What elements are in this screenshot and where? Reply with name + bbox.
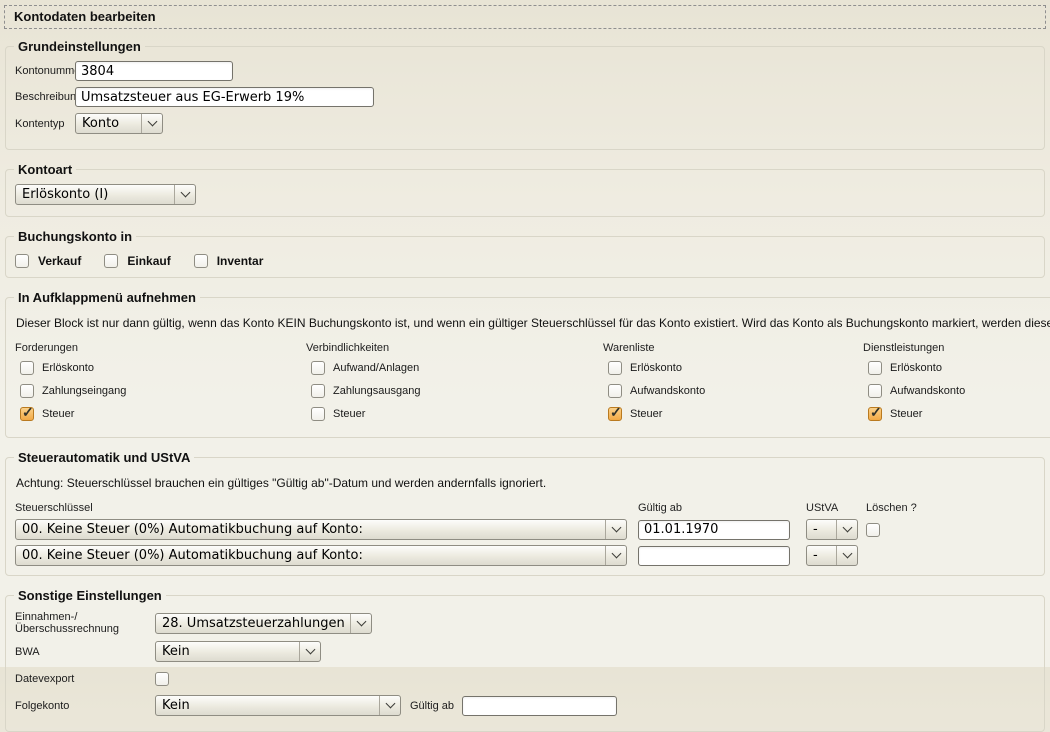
loeschen-column-header: Löschen ? [866,502,1035,514]
chevron-down-icon [842,523,852,533]
bwa-select[interactable]: Kein [155,641,321,662]
chevron-down-icon [611,523,621,533]
column-forderungen: Forderungen Erlöskonto Zahlungseingang S… [15,342,298,428]
section-grundeinstellungen-legend: Grundeinstellungen [14,39,145,54]
chevron-down-icon [180,188,190,198]
ustva-select-1[interactable]: - [806,519,858,540]
steuerschluessel-select-2[interactable]: 00. Keine Steuer (0%) Automatikbuchung a… [15,545,627,566]
folgekonto-gueltig-ab-label: Gültig ab [410,700,454,712]
column-header: Verbindlichkeiten [306,342,595,354]
verkauf-label: Verkauf [38,254,81,268]
steuerschluessel-select-1[interactable]: 00. Keine Steuer (0%) Automatikbuchung a… [15,519,627,540]
verbindlichkeiten-aufwand-anlagen-checkbox[interactable] [311,361,325,375]
verbindlichkeiten-zahlungsausgang-checkbox[interactable] [311,384,325,398]
warenliste-aufwandskonto-checkbox[interactable] [608,384,622,398]
kontonummer-label: Kontonummer [15,65,75,77]
gueltig-ab-input-1[interactable] [638,520,790,540]
ustva-column-header: UStVA [806,502,858,514]
beschreibung-row: Beschreibung [15,87,1035,107]
column-header: Warenliste [603,342,855,354]
kontentyp-select[interactable]: Konto [75,113,163,134]
beschreibung-label: Beschreibung [15,91,75,103]
folgekonto-select[interactable]: Kein [155,695,401,716]
folgekonto-gueltig-ab-input[interactable] [462,696,617,716]
section-kontoart-legend: Kontoart [14,162,76,177]
gueltig-ab-column-header: Gültig ab [638,502,798,514]
chevron-down-icon [842,549,852,559]
dienstleistungen-steuer-checkbox[interactable] [868,407,882,421]
kontentyp-row: Kontentyp Konto [15,113,1035,134]
ustva-select-2[interactable]: - [806,545,858,566]
chevron-down-icon [611,549,621,559]
inventar-label: Inventar [217,254,264,268]
section-sonstige-legend: Sonstige Einstellungen [14,588,166,603]
chevron-down-icon [147,117,157,127]
chevron-down-icon [385,699,395,709]
dienstleistungen-erloeskonto-checkbox[interactable] [868,361,882,375]
column-header: Dienstleistungen [863,342,1050,354]
section-steuerautomatik-legend: Steuerautomatik und UStVA [14,450,194,465]
column-dienstleistungen: Dienstleistungen Erlöskonto Aufwandskont… [863,342,1050,428]
warenliste-erloeskonto-checkbox[interactable] [608,361,622,375]
einkauf-label: Einkauf [127,254,170,268]
euer-label: Einnahmen-/Überschussrechnung [15,611,155,635]
warenliste-steuer-checkbox[interactable] [608,407,622,421]
steuerschluessel-column-header: Steuerschlüssel [15,502,630,514]
section-kontoart: Kontoart Erlöskonto (I) [5,162,1045,217]
section-buchungskonto-legend: Buchungskonto in [14,229,136,244]
datevexport-checkbox[interactable] [155,672,169,686]
section-aufklappmenu-legend: In Aufklappmenü aufnehmen [14,290,200,305]
bwa-label: BWA [15,646,155,658]
verkauf-checkbox[interactable] [15,254,29,268]
inventar-checkbox[interactable] [194,254,208,268]
euer-select[interactable]: 28. Umsatzsteuerzahlungen [155,613,372,634]
forderungen-zahlungseingang-checkbox[interactable] [20,384,34,398]
column-header: Forderungen [15,342,298,354]
section-buchungskonto: Buchungskonto in Verkauf Einkauf Inventa… [5,229,1045,278]
gueltig-ab-input-2[interactable] [638,546,790,566]
loeschen-checkbox-1[interactable] [866,523,880,537]
dienstleistungen-aufwandskonto-checkbox[interactable] [868,384,882,398]
column-warenliste: Warenliste Erlöskonto Aufwandskonto Steu… [603,342,855,428]
section-aufklappmenu: In Aufklappmenü aufnehmen Dieser Block i… [5,290,1050,438]
datevexport-label: Datevexport [15,673,155,685]
section-steuerautomatik: Steuerautomatik und UStVA Achtung: Steue… [5,450,1045,576]
page-title: Kontodaten bearbeiten [4,5,1046,29]
kontonummer-row: Kontonummer [15,61,1035,81]
chevron-down-icon [356,616,366,626]
beschreibung-input[interactable] [75,87,374,107]
section-sonstige: Sonstige Einstellungen Einnahmen-/Übersc… [5,588,1045,732]
folgekonto-label: Folgekonto [15,700,155,712]
kontoart-select[interactable]: Erlöskonto (I) [15,184,196,205]
kontonummer-input[interactable] [75,61,233,81]
chevron-down-icon [305,645,315,655]
einkauf-checkbox[interactable] [104,254,118,268]
steuerautomatik-warning: Achtung: Steuerschlüssel brauchen ein gü… [16,476,1034,490]
section-grundeinstellungen: Grundeinstellungen Kontonummer Beschreib… [5,39,1045,150]
forderungen-erloeskonto-checkbox[interactable] [20,361,34,375]
kontentyp-label: Kontentyp [15,118,75,130]
column-verbindlichkeiten: Verbindlichkeiten Aufwand/Anlagen Zahlun… [306,342,595,428]
forderungen-steuer-checkbox[interactable] [20,407,34,421]
verbindlichkeiten-steuer-checkbox[interactable] [311,407,325,421]
aufklappmenu-description: Dieser Block ist nur dann gültig, wenn d… [16,316,1050,330]
